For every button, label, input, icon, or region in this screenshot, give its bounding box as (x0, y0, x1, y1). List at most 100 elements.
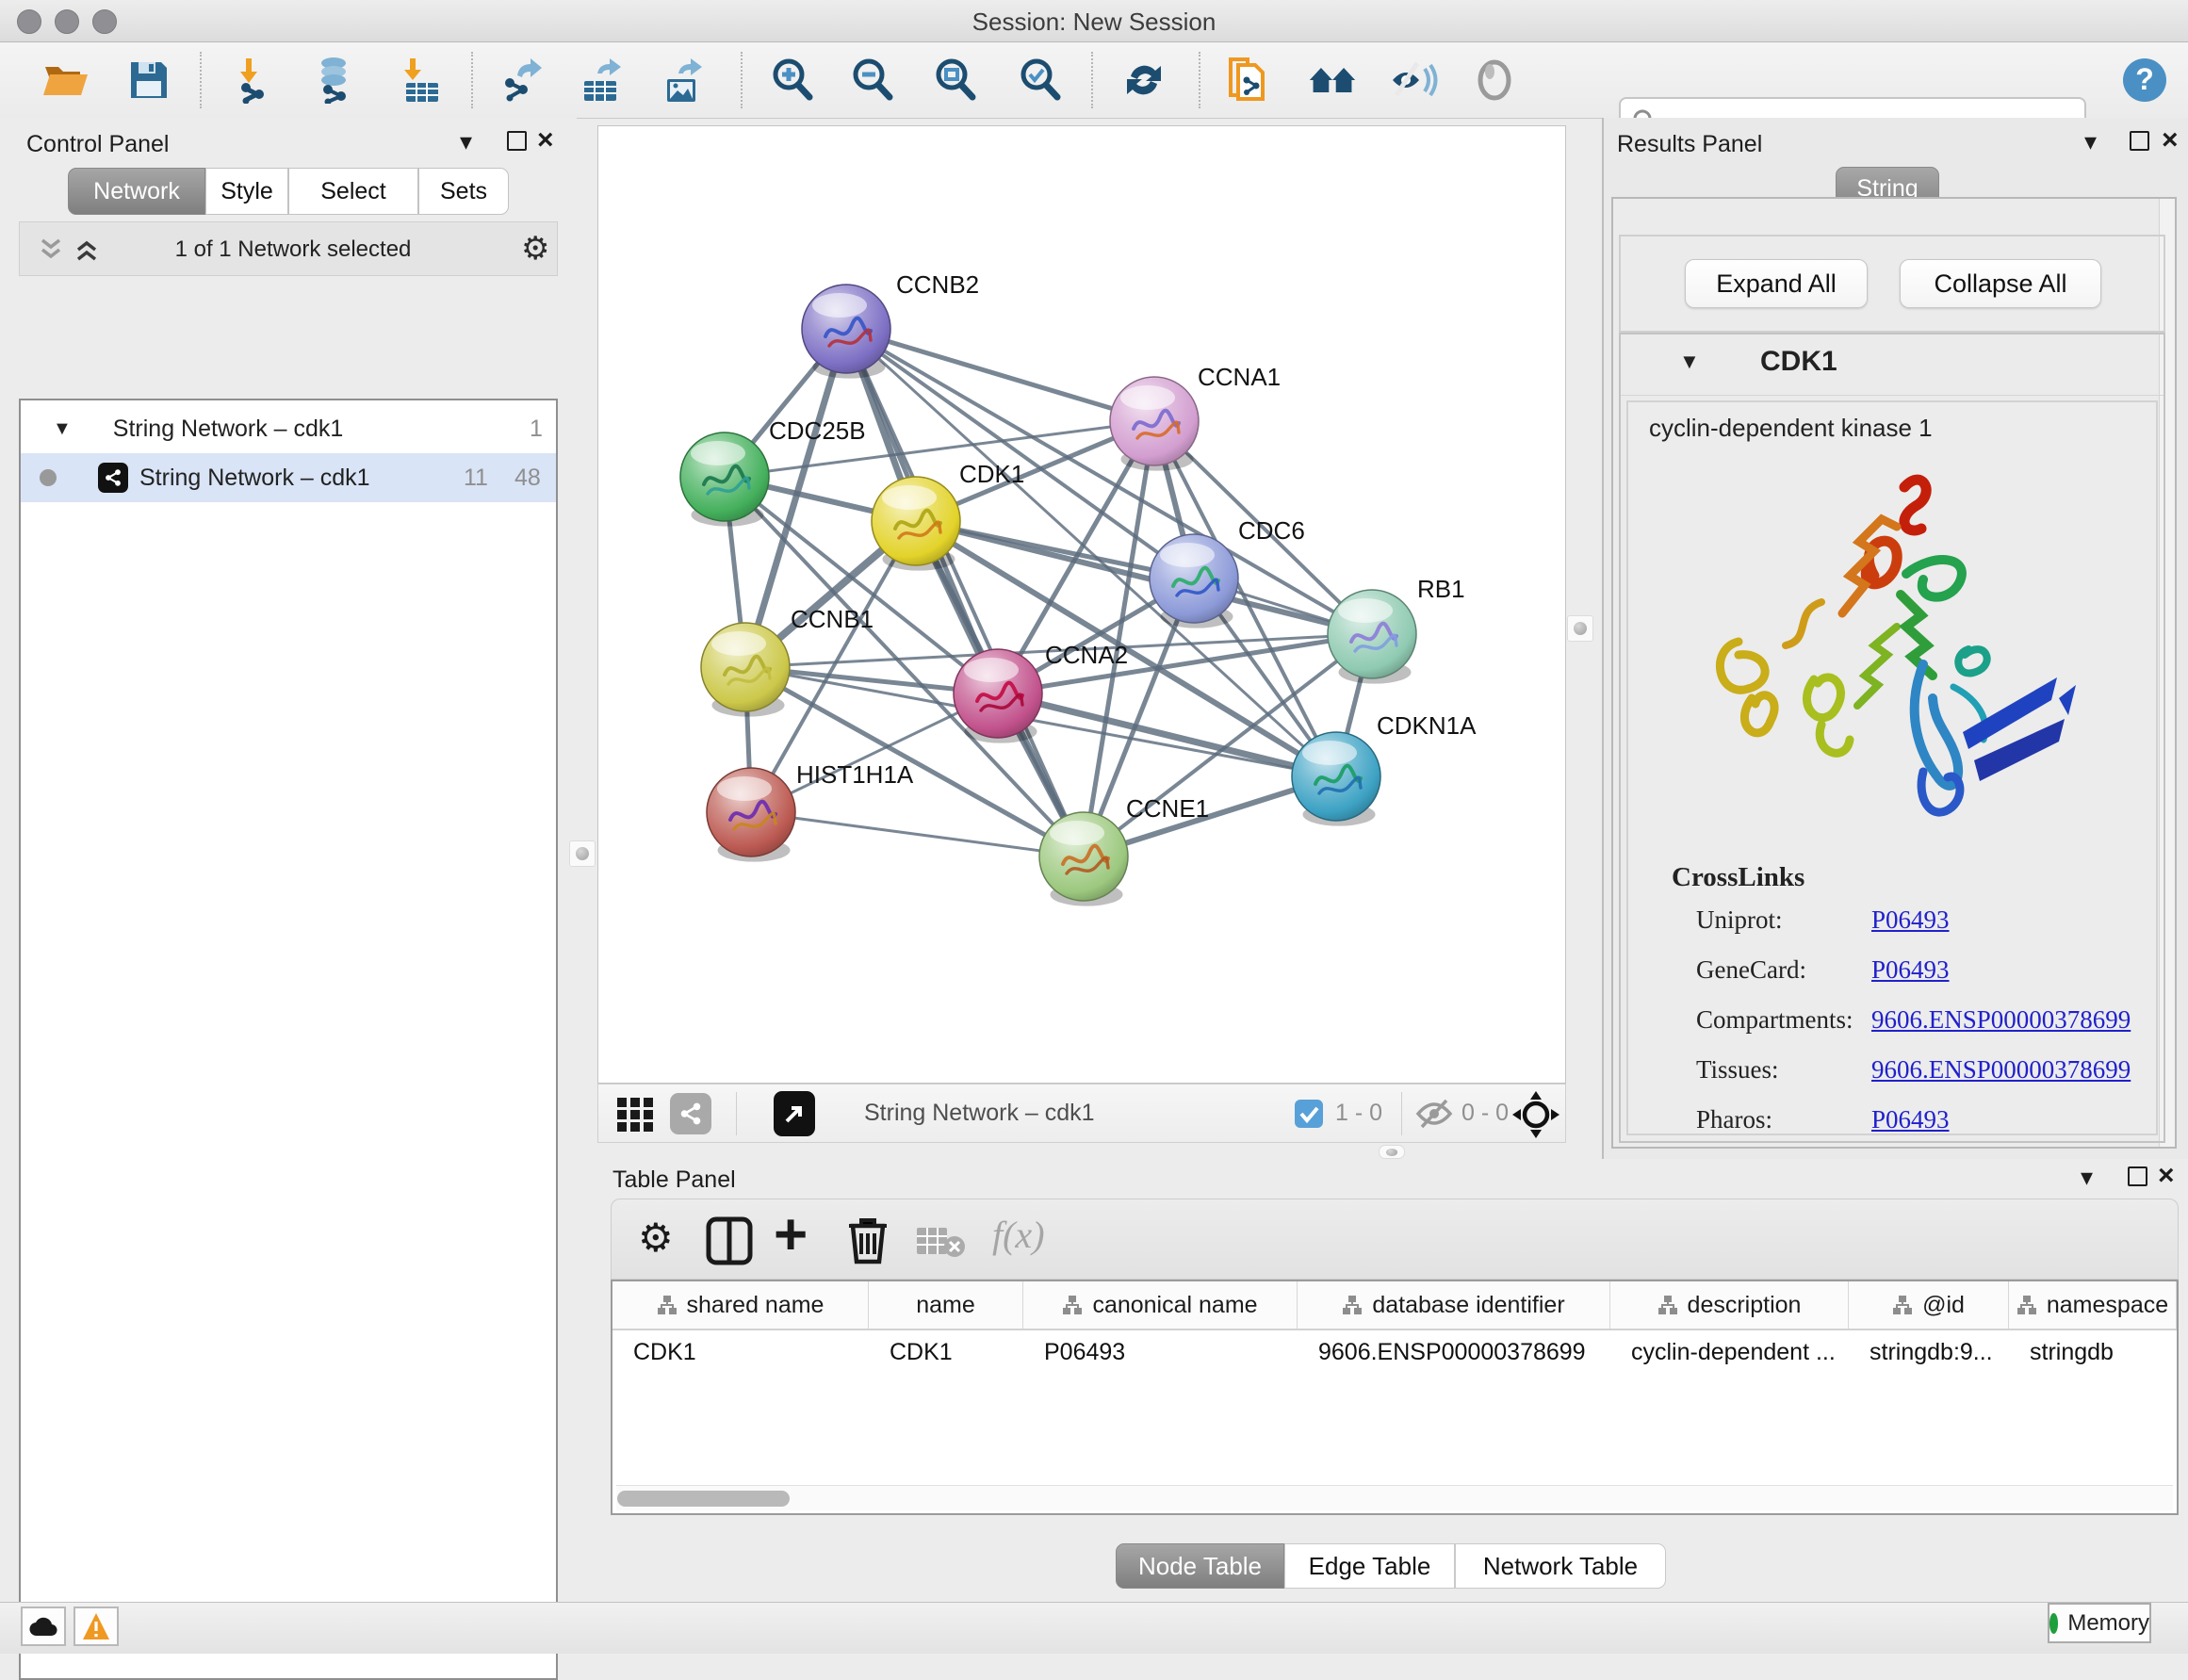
table-panel-title: Table Panel (612, 1166, 736, 1194)
zoom-in-button[interactable] (768, 56, 817, 105)
detach-view-icon[interactable] (774, 1091, 815, 1136)
table-cell[interactable]: cyclin-dependent ... (1610, 1330, 1849, 1378)
collapse-all-icon[interactable] (37, 236, 65, 264)
zoom-fit-button[interactable] (931, 56, 980, 105)
network-collection-row[interactable]: ▼ String Network – cdk1 1 (21, 404, 556, 453)
horizontal-splitter-handle[interactable] (1379, 1145, 1405, 1159)
node-CDC6[interactable] (1150, 534, 1238, 628)
results-panel-close-icon[interactable]: × (2162, 129, 2179, 152)
left-splitter-handle[interactable] (569, 840, 596, 867)
tree-column-icon (1342, 1295, 1363, 1315)
control-panel-collapse-icon[interactable]: ▾ (460, 129, 472, 154)
network-graph[interactable]: CCNB2CCNA1CDC25BCDK1CDC6RB1CCNB1CCNA2CDK… (598, 126, 1565, 1083)
table-cell[interactable]: P06493 (1023, 1330, 1298, 1378)
tab-network[interactable]: Network (68, 168, 205, 215)
birdseye-icon[interactable] (1510, 1089, 1561, 1140)
table-hscrollbar-thumb[interactable] (617, 1491, 790, 1507)
node-CCNB1[interactable] (701, 623, 790, 717)
crosslink-value-link[interactable]: P06493 (1871, 1105, 1950, 1134)
hidden-eye-icon[interactable] (1414, 1098, 1454, 1130)
hide-selected-button[interactable] (1389, 56, 1438, 105)
import-table-button[interactable] (396, 56, 445, 105)
expand-all-icon[interactable] (73, 236, 101, 264)
node-HIST1H1A[interactable] (707, 768, 795, 862)
column-header-namespace[interactable]: namespace (2009, 1281, 2177, 1329)
table-panel-float-icon[interactable] (2128, 1166, 2147, 1186)
column-header--id[interactable]: @id (1849, 1281, 2009, 1329)
refresh-button[interactable] (1119, 56, 1168, 105)
table-cell[interactable]: stringdb (2009, 1330, 2177, 1378)
edge-HIST1H1A-CCNE1[interactable] (751, 812, 1084, 856)
network-share-view-icon[interactable] (670, 1093, 711, 1134)
tab-node-table[interactable]: Node Table (1116, 1543, 1284, 1589)
table-gear-icon[interactable]: ⚙ (638, 1215, 674, 1261)
column-header-description[interactable]: description (1610, 1281, 1849, 1329)
crosslink-value-link[interactable]: P06493 (1871, 905, 1950, 935)
memory-button[interactable]: Memory (2048, 1603, 2151, 1643)
node-RB1[interactable] (1328, 590, 1416, 684)
control-panel-float-icon[interactable] (507, 131, 527, 151)
tab-select[interactable]: Select (288, 168, 418, 215)
results-panel-collapse-icon[interactable]: ▾ (2084, 129, 2097, 154)
add-column-icon[interactable]: + (774, 1201, 808, 1268)
node-CCNB2[interactable] (802, 285, 890, 379)
node-CDK1[interactable] (872, 477, 960, 571)
tab-sets[interactable]: Sets (418, 168, 509, 215)
save-session-button[interactable] (124, 56, 173, 105)
export-network-button[interactable] (497, 56, 546, 105)
show-all-views-button[interactable] (1308, 56, 1357, 105)
table-row[interactable]: CDK1CDK1P064939606.ENSP00000378699cyclin… (612, 1330, 2177, 1378)
table-panel-close-icon[interactable]: × (2158, 1165, 2175, 1187)
table-cell[interactable]: stringdb:9... (1849, 1330, 2009, 1378)
help-button[interactable]: ? (2120, 56, 2169, 105)
node-CDC25B[interactable] (680, 432, 769, 527)
node-CCNA2[interactable] (954, 649, 1042, 743)
node-CCNE1[interactable] (1039, 812, 1128, 906)
selected-checkbox-icon[interactable] (1294, 1099, 1324, 1129)
grid-view-icon[interactable] (615, 1094, 657, 1135)
table-cell[interactable]: CDK1 (869, 1330, 1023, 1378)
show-columns-icon[interactable] (706, 1216, 753, 1265)
control-panel-close-icon[interactable]: × (537, 129, 554, 152)
collapse-all-button[interactable]: Collapse All (1900, 259, 2101, 308)
crosslink-value-link[interactable]: P06493 (1871, 955, 1950, 985)
import-network-button[interactable] (231, 56, 280, 105)
zoom-selected-button[interactable] (1016, 56, 1065, 105)
open-session-button[interactable] (41, 56, 90, 105)
table-panel-collapse-icon[interactable]: ▾ (2081, 1165, 2093, 1189)
show-eye-button[interactable] (1470, 56, 1519, 105)
node-CDKN1A[interactable] (1292, 732, 1380, 826)
right-splitter-handle[interactable] (1567, 615, 1593, 642)
zoom-out-button[interactable] (848, 56, 897, 105)
table-cell[interactable]: CDK1 (612, 1330, 869, 1378)
network-row[interactable]: String Network – cdk1 11 48 (21, 453, 556, 502)
export-image-button[interactable] (660, 56, 709, 105)
column-header-shared-name[interactable]: shared name (612, 1281, 869, 1329)
table-cell[interactable]: 9606.ENSP00000378699 (1298, 1330, 1610, 1378)
tree-expander-icon[interactable]: ▼ (53, 418, 72, 440)
export-table-button[interactable] (577, 56, 626, 105)
results-panel-float-icon[interactable] (2130, 131, 2149, 151)
crosslink-row: Compartments:9606.ENSP00000378699 (1696, 1005, 2139, 1035)
column-header-database-identifier[interactable]: database identifier (1298, 1281, 1610, 1329)
column-header-name[interactable]: name (869, 1281, 1023, 1329)
table-hscrollbar-track[interactable] (616, 1485, 2173, 1510)
tab-style[interactable]: Style (205, 168, 288, 215)
network-canvas[interactable]: CCNB2CCNA1CDC25BCDK1CDC6RB1CCNB1CCNA2CDK… (597, 125, 1566, 1084)
column-header-canonical-name[interactable]: canonical name (1023, 1281, 1298, 1329)
warning-button[interactable] (73, 1607, 119, 1646)
delete-column-icon[interactable] (847, 1215, 889, 1265)
edge-CCNB2-CCNA1[interactable] (846, 329, 1154, 421)
gene-section-header[interactable]: ▼ CDK1 (1621, 334, 2164, 396)
cloud-button[interactable] (21, 1607, 66, 1646)
tab-edge-table[interactable]: Edge Table (1284, 1543, 1455, 1589)
crosslink-value-link[interactable]: 9606.ENSP00000378699 (1871, 1005, 2131, 1035)
node-CCNA1[interactable] (1110, 377, 1199, 471)
expand-all-button[interactable]: Expand All (1685, 259, 1868, 308)
network-options-gear-icon[interactable]: ⚙ (521, 230, 549, 268)
tab-network-table[interactable]: Network Table (1455, 1543, 1666, 1589)
crosslink-value-link[interactable]: 9606.ENSP00000378699 (1871, 1055, 2131, 1085)
clone-network-button[interactable] (1223, 56, 1272, 105)
import-network-from-database-button[interactable] (311, 56, 360, 105)
gene-expander-icon[interactable]: ▼ (1679, 350, 1700, 374)
